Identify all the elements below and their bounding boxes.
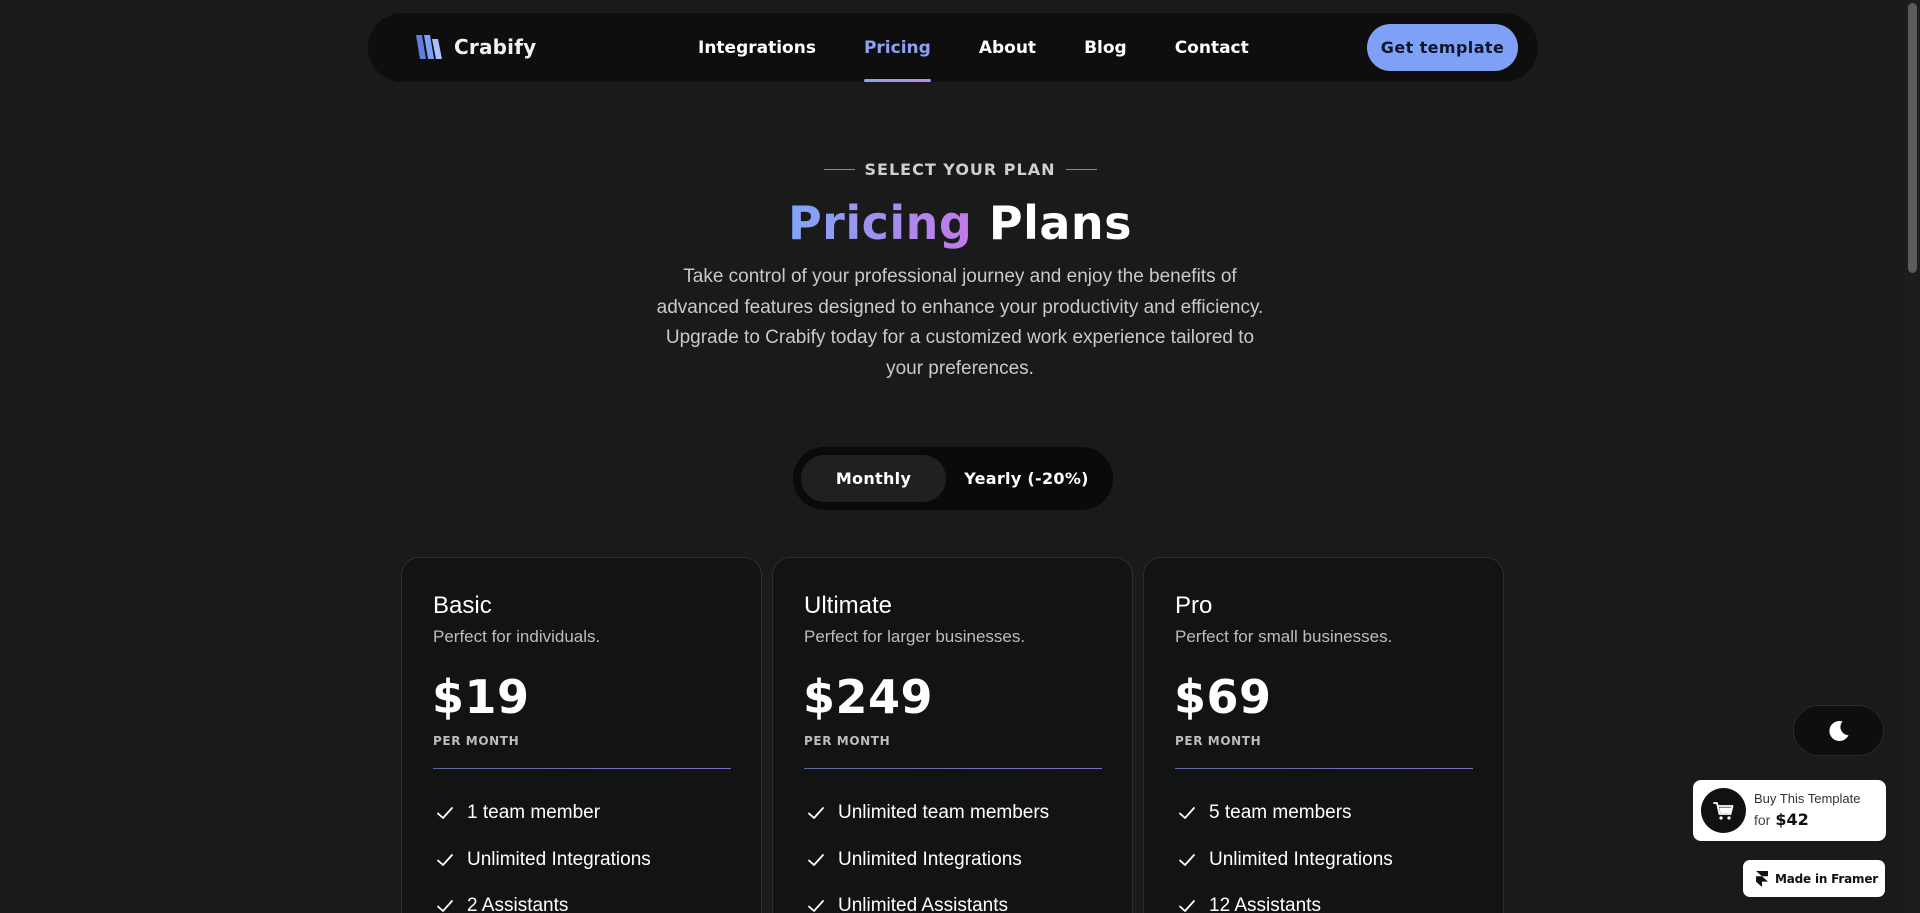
cart-icon-circle (1701, 788, 1746, 833)
get-template-button[interactable]: Get template (1367, 24, 1518, 71)
nav-link-pricing[interactable]: Pricing (863, 13, 931, 82)
plan-feature: 2 Assistants (433, 883, 651, 913)
eyebrow-line-left (823, 169, 855, 170)
plan-feature-text: Unlimited Assistants (838, 895, 1009, 913)
buy-template-price-row: for $42 (1754, 810, 1809, 829)
plan-period: PER MONTH (804, 734, 891, 748)
buy-template-for-label: for (1754, 812, 1771, 828)
plan-price: $69 (1174, 670, 1272, 724)
made-in-framer-badge[interactable]: Made in Framer (1743, 860, 1885, 897)
plan-price: $249 (803, 670, 934, 724)
check-icon (808, 853, 824, 866)
check-icon (808, 900, 824, 913)
pricing-page: Crabify Integrations Pricing About Blog … (0, 0, 1920, 913)
plan-feature: 1 team member (433, 790, 651, 837)
page-scrollbar[interactable] (1905, 0, 1920, 913)
plan-feature-text: 1 team member (467, 802, 601, 824)
nav-links: Integrations Pricing About Blog Contact (698, 13, 1249, 82)
check-icon (437, 807, 453, 820)
pricing-card-ultimate: Ultimate Perfect for larger businesses. … (772, 557, 1133, 913)
plan-name: Ultimate (804, 592, 893, 619)
check-icon (808, 807, 824, 820)
check-icon (1179, 853, 1195, 866)
plan-period: PER MONTH (1175, 734, 1262, 748)
plan-feature-list: Unlimited team members Unlimited Integra… (804, 790, 1049, 913)
nav-link-contact[interactable]: Contact (1175, 13, 1249, 82)
check-icon (1179, 900, 1195, 913)
plan-feature-list: 1 team member Unlimited Integrations 2 A… (433, 790, 651, 913)
buy-template-widget[interactable]: Buy This Template for $42 (1693, 780, 1886, 841)
check-icon (437, 900, 453, 913)
plan-feature-text: 5 team members (1209, 802, 1352, 824)
section-eyebrow: SELECT YOUR PLAN (0, 160, 1920, 179)
plan-feature-text: 2 Assistants (467, 895, 569, 913)
plan-feature: 12 Assistants (1175, 883, 1393, 913)
check-icon (437, 853, 453, 866)
pricing-card-basic: Basic Perfect for individuals. $19 PER M… (401, 557, 762, 913)
plan-feature-text: Unlimited team members (838, 802, 1050, 824)
plan-feature-text: 12 Assistants (1209, 895, 1321, 913)
billing-yearly-option[interactable]: Yearly (-20%) (948, 455, 1105, 502)
plan-subtitle: Perfect for larger businesses. (804, 627, 1026, 646)
plan-subtitle: Perfect for small businesses. (1175, 627, 1393, 646)
made-in-framer-label: Made in Framer (1775, 871, 1878, 886)
framer-icon (1756, 870, 1768, 887)
buy-template-label: Buy This Template (1754, 791, 1861, 806)
plan-feature-list: 5 team members Unlimited Integrations 12… (1175, 790, 1393, 913)
plan-feature: Unlimited Integrations (433, 837, 651, 884)
scrollbar-thumb[interactable] (1908, 3, 1917, 273)
top-navbar: Crabify Integrations Pricing About Blog … (368, 13, 1538, 82)
pricing-card-pro: Pro Perfect for small businesses. $69 PE… (1143, 557, 1504, 913)
plan-feature: Unlimited Assistants (804, 883, 1049, 913)
plan-feature: Unlimited Integrations (804, 837, 1049, 884)
plan-name: Pro (1175, 592, 1213, 619)
plan-feature-text: Unlimited Integrations (838, 848, 1022, 870)
page-title: Pricing Plans (0, 193, 1920, 253)
eyebrow-text: SELECT YOUR PLAN (864, 160, 1056, 179)
brand-logo-link[interactable]: Crabify (414, 33, 536, 61)
plan-subtitle: Perfect for individuals. (433, 627, 601, 646)
buy-template-price: $42 (1775, 810, 1809, 829)
plan-divider (433, 768, 731, 769)
eyebrow-line-right (1065, 169, 1097, 170)
plan-feature-text: Unlimited Integrations (1209, 848, 1393, 870)
nav-link-blog[interactable]: Blog (1084, 13, 1127, 82)
plan-feature-text: Unlimited Integrations (467, 848, 651, 870)
check-icon (1179, 807, 1195, 820)
plan-feature: Unlimited team members (804, 790, 1049, 837)
plan-divider (1175, 768, 1473, 769)
plan-feature: Unlimited Integrations (1175, 837, 1393, 884)
page-title-rest: Plans (988, 196, 1133, 250)
brand-name: Crabify (454, 35, 537, 59)
plan-feature: 5 team members (1175, 790, 1393, 837)
plan-name: Basic (433, 592, 492, 619)
billing-period-toggle: Monthly Yearly (-20%) (793, 447, 1113, 510)
page-description: Take control of your professional journe… (656, 266, 1264, 379)
nav-link-about[interactable]: About (979, 13, 1036, 82)
page-title-accent: Pricing (787, 196, 973, 250)
crabify-logo-icon (416, 35, 442, 59)
nav-link-integrations[interactable]: Integrations (698, 13, 816, 82)
cart-icon (1712, 801, 1733, 820)
theme-toggle-button[interactable] (1793, 705, 1884, 756)
billing-monthly-option[interactable]: Monthly (801, 455, 946, 502)
plan-price: $19 (432, 670, 530, 724)
plan-divider (804, 768, 1102, 769)
moon-icon (1828, 720, 1848, 741)
plan-period: PER MONTH (433, 734, 520, 748)
